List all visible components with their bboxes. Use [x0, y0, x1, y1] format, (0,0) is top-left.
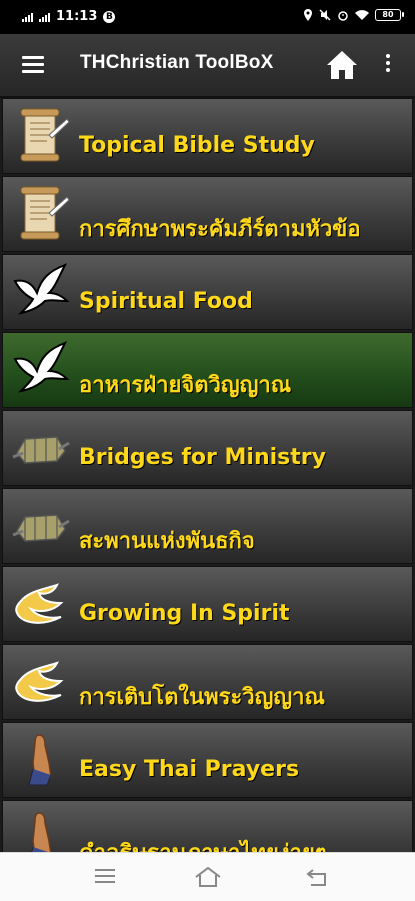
list-item-label: การศึกษาพระคัมภีร์ตามหัวข้อ [79, 217, 361, 242]
signal-icon [39, 12, 50, 22]
dove-icon [11, 339, 71, 399]
more-options-icon[interactable] [383, 54, 393, 78]
back-icon[interactable] [305, 866, 329, 888]
bridge-icon [11, 495, 71, 555]
scroll-icon [11, 183, 71, 243]
mute-icon [319, 9, 331, 21]
recent-apps-icon[interactable] [95, 869, 115, 885]
dove-icon [11, 261, 71, 321]
list-item-label: Easy Thai Prayers [79, 757, 300, 782]
scroll-icon [11, 105, 71, 165]
list-item-label: Spiritual Food [79, 289, 253, 314]
list-item-growing-in-spirit[interactable]: Growing In Spirit [2, 566, 413, 642]
alarm-icon [338, 11, 348, 21]
status-time: 11:13 [56, 9, 98, 24]
list-item-label: Topical Bible Study [79, 133, 315, 158]
signal-icon [22, 12, 33, 22]
app-title: THChristian ToolBoX [80, 52, 274, 73]
nav-home-icon[interactable] [194, 865, 222, 889]
home-icon[interactable] [325, 49, 359, 81]
app-bar: THChristian ToolBoX [0, 34, 415, 98]
list-item-label: สะพานแห่งพันธกิจ [79, 529, 255, 554]
list-item-label: Bridges for Ministry [79, 445, 326, 470]
notification-badge-icon: B [103, 10, 116, 23]
tool-list: Topical Bible Study การศึกษาพระคัมภีร์ตา… [0, 98, 415, 878]
list-item-spiritual-food-thai[interactable]: อาหารฝ่ายจิตวิญญาณ [2, 332, 413, 408]
menu-icon[interactable] [22, 56, 44, 74]
list-item-label: Growing In Spirit [79, 601, 290, 626]
list-item-label: การเติบโตในพระวิญญาณ [79, 685, 325, 710]
system-nav-bar [0, 852, 415, 901]
list-item-easy-thai-prayers[interactable]: Easy Thai Prayers [2, 722, 413, 798]
list-item-growing-in-spirit-thai[interactable]: การเติบโตในพระวิญญาณ [2, 644, 413, 720]
praying-hands-icon [11, 729, 71, 789]
flame-icon [11, 651, 71, 711]
wifi-icon [355, 9, 369, 20]
battery-icon: 80 [375, 9, 404, 21]
list-item-topical-bible-study[interactable]: Topical Bible Study [2, 98, 413, 174]
list-item-topical-bible-study-thai[interactable]: การศึกษาพระคัมภีร์ตามหัวข้อ [2, 176, 413, 252]
list-item-label: อาหารฝ่ายจิตวิญญาณ [79, 373, 292, 398]
list-item-spiritual-food[interactable]: Spiritual Food [2, 254, 413, 330]
flame-icon [11, 573, 71, 633]
status-bar: 11:13 B 80 [0, 0, 415, 34]
bridge-icon [11, 417, 71, 477]
list-item-bridges-for-ministry-thai[interactable]: สะพานแห่งพันธกิจ [2, 488, 413, 564]
list-item-bridges-for-ministry[interactable]: Bridges for Ministry [2, 410, 413, 486]
location-icon [304, 9, 312, 21]
